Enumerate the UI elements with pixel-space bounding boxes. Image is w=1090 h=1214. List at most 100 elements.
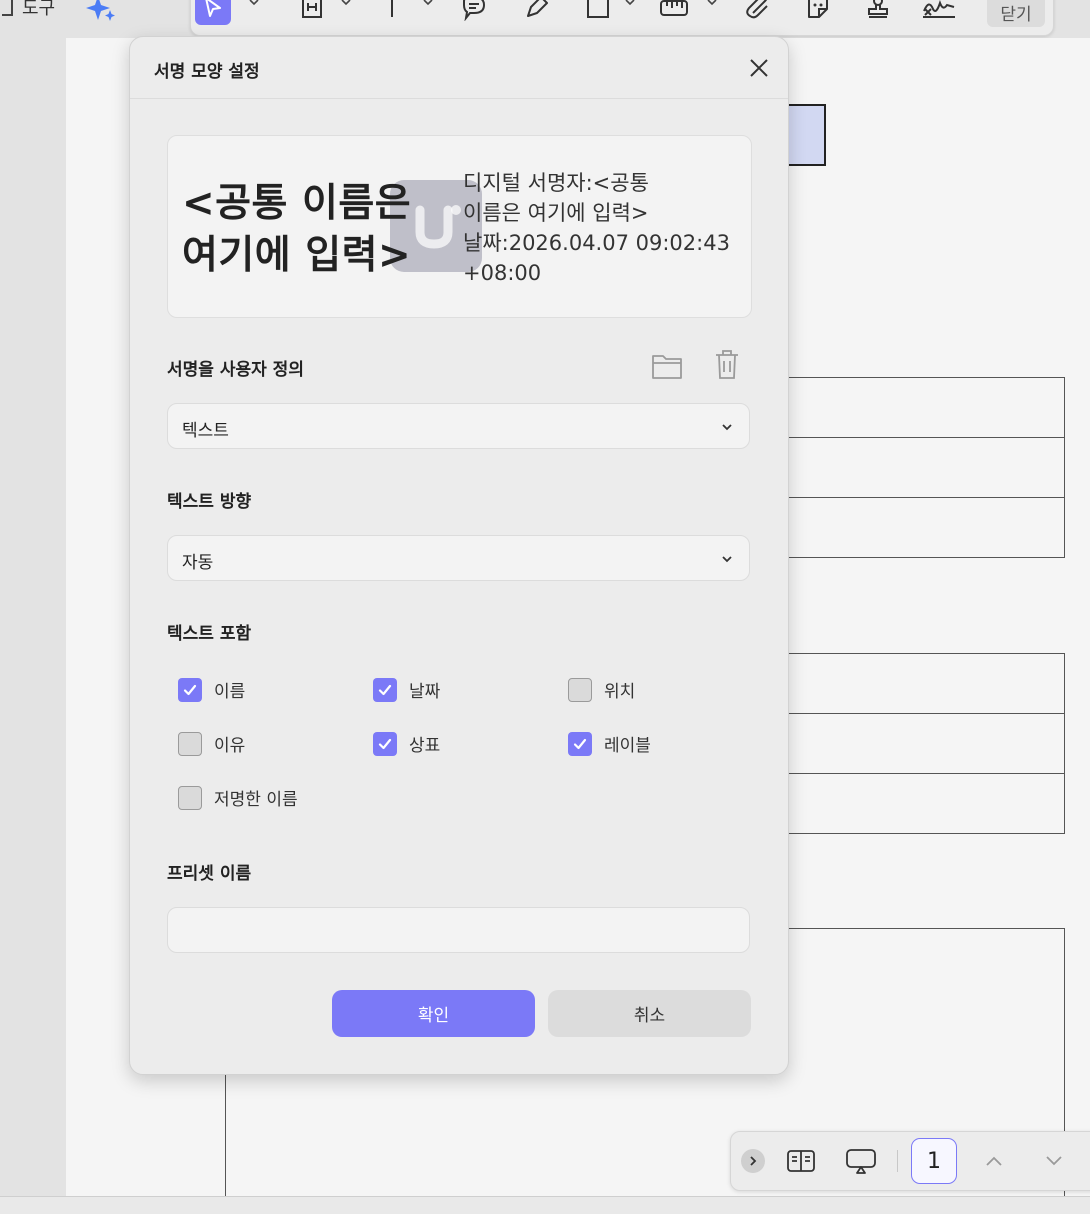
confirm-button[interactable]: 확인 [332,990,535,1037]
checkbox-distinguished-name[interactable]: 저명한 이름 [178,785,298,810]
pen-tool-button[interactable] [519,0,553,25]
cursor-icon [205,0,221,17]
chevron-down-icon[interactable] [341,0,351,7]
checkbox-box [568,677,592,702]
checkbox-location[interactable]: 위치 [568,677,635,702]
chevron-down-icon[interactable] [707,0,717,7]
include-text-label: 텍스트 포함 [167,624,252,644]
checkbox-label: 날짜 [409,682,441,702]
top-toolbar: 도구 닫기 [0,0,1090,36]
select-tool-button[interactable] [195,0,231,25]
checkbox-box [178,785,202,810]
table-line [786,653,1064,654]
table-line [786,557,1064,558]
checkmark-icon [573,738,587,749]
pen-icon [527,0,548,17]
folder-icon [652,355,682,379]
checkbox-label: 위치 [604,682,636,702]
delete-button[interactable] [710,347,744,381]
checkbox-box [568,731,592,756]
table-line [786,497,1064,498]
signature-icon [923,0,955,18]
attachment-tool-button[interactable] [741,0,775,25]
page-view-button[interactable] [783,1144,819,1178]
text-box-icon [302,0,322,18]
chevron-down-icon [722,424,732,431]
ruler-icon [660,0,688,16]
previous-page-button[interactable] [979,1146,1009,1176]
page-navigation-bar: 1 [730,1131,1090,1191]
direction-select-value: 자동 [182,553,214,573]
signature-tool-button[interactable] [919,0,959,25]
comment-tool-button[interactable] [457,0,491,25]
expand-button[interactable] [741,1149,765,1173]
close-icon[interactable] [746,55,772,81]
chevron-down-icon[interactable] [423,0,433,7]
text-box-tool-button[interactable] [295,0,329,25]
annotation-toolbar: 닫기 [190,0,1054,36]
measure-tool-button[interactable] [657,0,691,25]
dialog-title: 서명 모양 설정 [154,62,260,82]
preview-name-line: 여기에 입력> [182,233,412,278]
checkbox-box [178,731,202,756]
tools-label: 도구 [22,0,56,19]
preset-name-label: 프리셋 이름 [167,864,252,884]
stamp-icon [868,0,888,18]
document-shape [786,104,826,166]
checkbox-reason[interactable]: 이유 [178,731,245,756]
preview-details: 디지털 서명자:<공통 이름은 여기에 입력> 날짜:2026.04.07 09… [463,168,743,288]
chevron-down-icon [722,556,732,563]
checkmark-icon [378,684,392,695]
close-tools-button[interactable]: 닫기 [987,0,1045,27]
checkbox-box [373,677,397,702]
table-line [786,833,1064,834]
sticker-icon [808,0,828,18]
sticker-tool-button[interactable] [801,0,835,25]
shape-tool-button[interactable] [581,0,615,25]
tools-icon [2,0,13,16]
presentation-button[interactable] [843,1144,879,1178]
signature-appearance-dialog: 서명 모양 설정 <공통 이름은 여기에 입력> 디지털 서명자:<공통 이름은… [129,36,789,1075]
text-tool-button[interactable] [375,0,409,25]
checkbox-label: 이름 [214,682,246,702]
direction-label: 텍스트 방향 [167,492,252,512]
text-cursor-icon [385,0,399,17]
stamp-tool-button[interactable] [861,0,895,25]
direction-select[interactable]: 자동 [167,535,750,581]
checkbox-logo[interactable]: 상표 [373,731,440,756]
preview-name-line: <공통 이름은 [182,181,412,226]
checkbox-name[interactable]: 이름 [178,677,245,702]
preview-detail-line: 날짜:2026.04.07 09:02:43 [463,231,730,255]
paperclip-icon [746,0,768,19]
chevron-up-icon [986,1156,1002,1166]
chevron-down-icon[interactable] [249,0,259,7]
customize-select[interactable]: 텍스트 [167,403,750,449]
checkbox-label: 레이블 [604,736,651,756]
chevron-right-icon [750,1156,757,1166]
checkbox-box [373,731,397,756]
comment-icon [463,0,486,21]
table-line [786,773,1064,774]
ai-sparkle-icon[interactable] [84,0,118,22]
checkbox-date[interactable]: 날짜 [373,677,440,702]
chevron-down-icon[interactable] [625,0,635,7]
checkmark-icon [183,684,197,695]
checkbox-label: 상표 [409,736,441,756]
table-line [786,377,1064,378]
preview-common-name: <공통 이름은 여기에 입력> [182,178,452,282]
signature-preview: <공통 이름은 여기에 입력> 디지털 서명자:<공통 이름은 여기에 입력> … [167,135,752,318]
dialog-divider [130,98,788,99]
cancel-button[interactable]: 취소 [548,990,751,1037]
current-page-input[interactable]: 1 [911,1138,957,1184]
table-line [1064,377,1065,558]
trash-icon [716,350,738,379]
preview-detail-line: +08:00 [463,261,542,285]
checkbox-label: 저명한 이름 [214,790,298,810]
preset-name-input[interactable] [167,907,750,953]
tools-menu[interactable]: 도구 [0,0,55,22]
open-folder-button[interactable] [650,349,684,383]
nav-divider [897,1150,898,1172]
rectangle-icon [587,0,609,18]
next-page-button[interactable] [1039,1146,1069,1176]
checkbox-labels[interactable]: 레이블 [568,731,651,756]
